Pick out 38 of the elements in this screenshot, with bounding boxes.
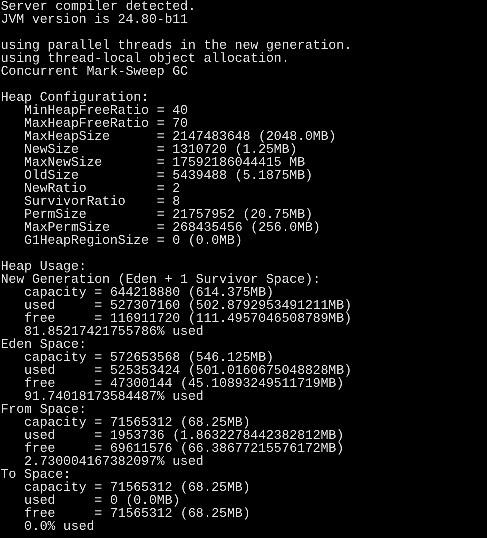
terminal-line: capacity = 71565312 (68.25MB) xyxy=(23,416,251,429)
terminal-line: PermSize = 21757952 (20.75MB) xyxy=(23,208,314,221)
terminal-line: Eden Space: xyxy=(1,338,87,351)
terminal-line: capacity = 572653568 (546.125MB) xyxy=(23,351,274,364)
terminal-line: used = 1953736 (1.8632278442382812MB) xyxy=(23,429,344,442)
terminal-line: Server compiler detected. xyxy=(1,0,196,13)
terminal-line: free = 116911720 (111.4957046508789MB) xyxy=(23,312,352,325)
terminal-line: free = 47300144 (45.10893249511719MB) xyxy=(23,377,344,390)
terminal-line: From Space: xyxy=(1,403,87,416)
terminal-line: used = 527307160 (502.8792953491211MB) xyxy=(23,299,352,312)
terminal-line: MaxHeapFreeRatio = 70 xyxy=(23,117,188,130)
terminal-line: 81.85217421755786% used xyxy=(24,325,204,338)
terminal-line: Concurrent Mark-Sweep GC xyxy=(1,65,188,78)
terminal-line: using thread-local object allocation. xyxy=(1,52,290,65)
terminal-line: NewSize = 1310720 (1.25MB) xyxy=(23,143,298,156)
terminal-line: 91.74018173584487% used xyxy=(23,390,204,403)
terminal-line: free = 71565312 (68.25MB) xyxy=(23,507,251,520)
terminal-line: Heap Configuration: xyxy=(1,91,150,104)
terminal-line: capacity = 644218880 (614.375MB) xyxy=(23,286,274,299)
terminal-line: used = 525353424 (501.0160675048828MB) xyxy=(23,364,352,377)
terminal-line: MaxPermSize = 268435456 (256.0MB) xyxy=(23,221,321,234)
terminal-line: Heap Usage: xyxy=(1,260,87,273)
terminal-line: using parallel threads in the new generation. xyxy=(1,39,352,52)
terminal-line: G1HeapRegionSize = 0 (0.0MB) xyxy=(23,234,243,247)
terminal-line: used = 0 (0.0MB) xyxy=(23,494,180,507)
terminal-line: free = 69611576 (66.38677215576172MB) xyxy=(23,442,344,455)
terminal-line: JVM version is 24.80-b11 xyxy=(1,13,188,26)
terminal-line: MaxHeapSize = 2147483648 (2048.0MB) xyxy=(23,130,336,143)
terminal-line: 0.0% used xyxy=(23,520,95,533)
terminal-line: MinHeapFreeRatio = 40 xyxy=(24,104,188,117)
terminal-line: 2.730004167382097% used xyxy=(23,455,204,468)
terminal-line: MaxNewSize = 17592186044415 MB xyxy=(23,156,306,169)
terminal-line: NewRatio = 2 xyxy=(23,182,180,195)
terminal-line: OldSize = 5439488 (5.1875MB) xyxy=(23,169,314,182)
terminal-line: To Space: xyxy=(1,468,72,481)
terminal-line: SurvivorRatio = 8 xyxy=(23,195,180,208)
terminal-line: capacity = 71565312 (68.25MB) xyxy=(23,481,251,494)
terminal-line: New Generation (Eden + 1 Survivor Space): xyxy=(1,273,321,286)
